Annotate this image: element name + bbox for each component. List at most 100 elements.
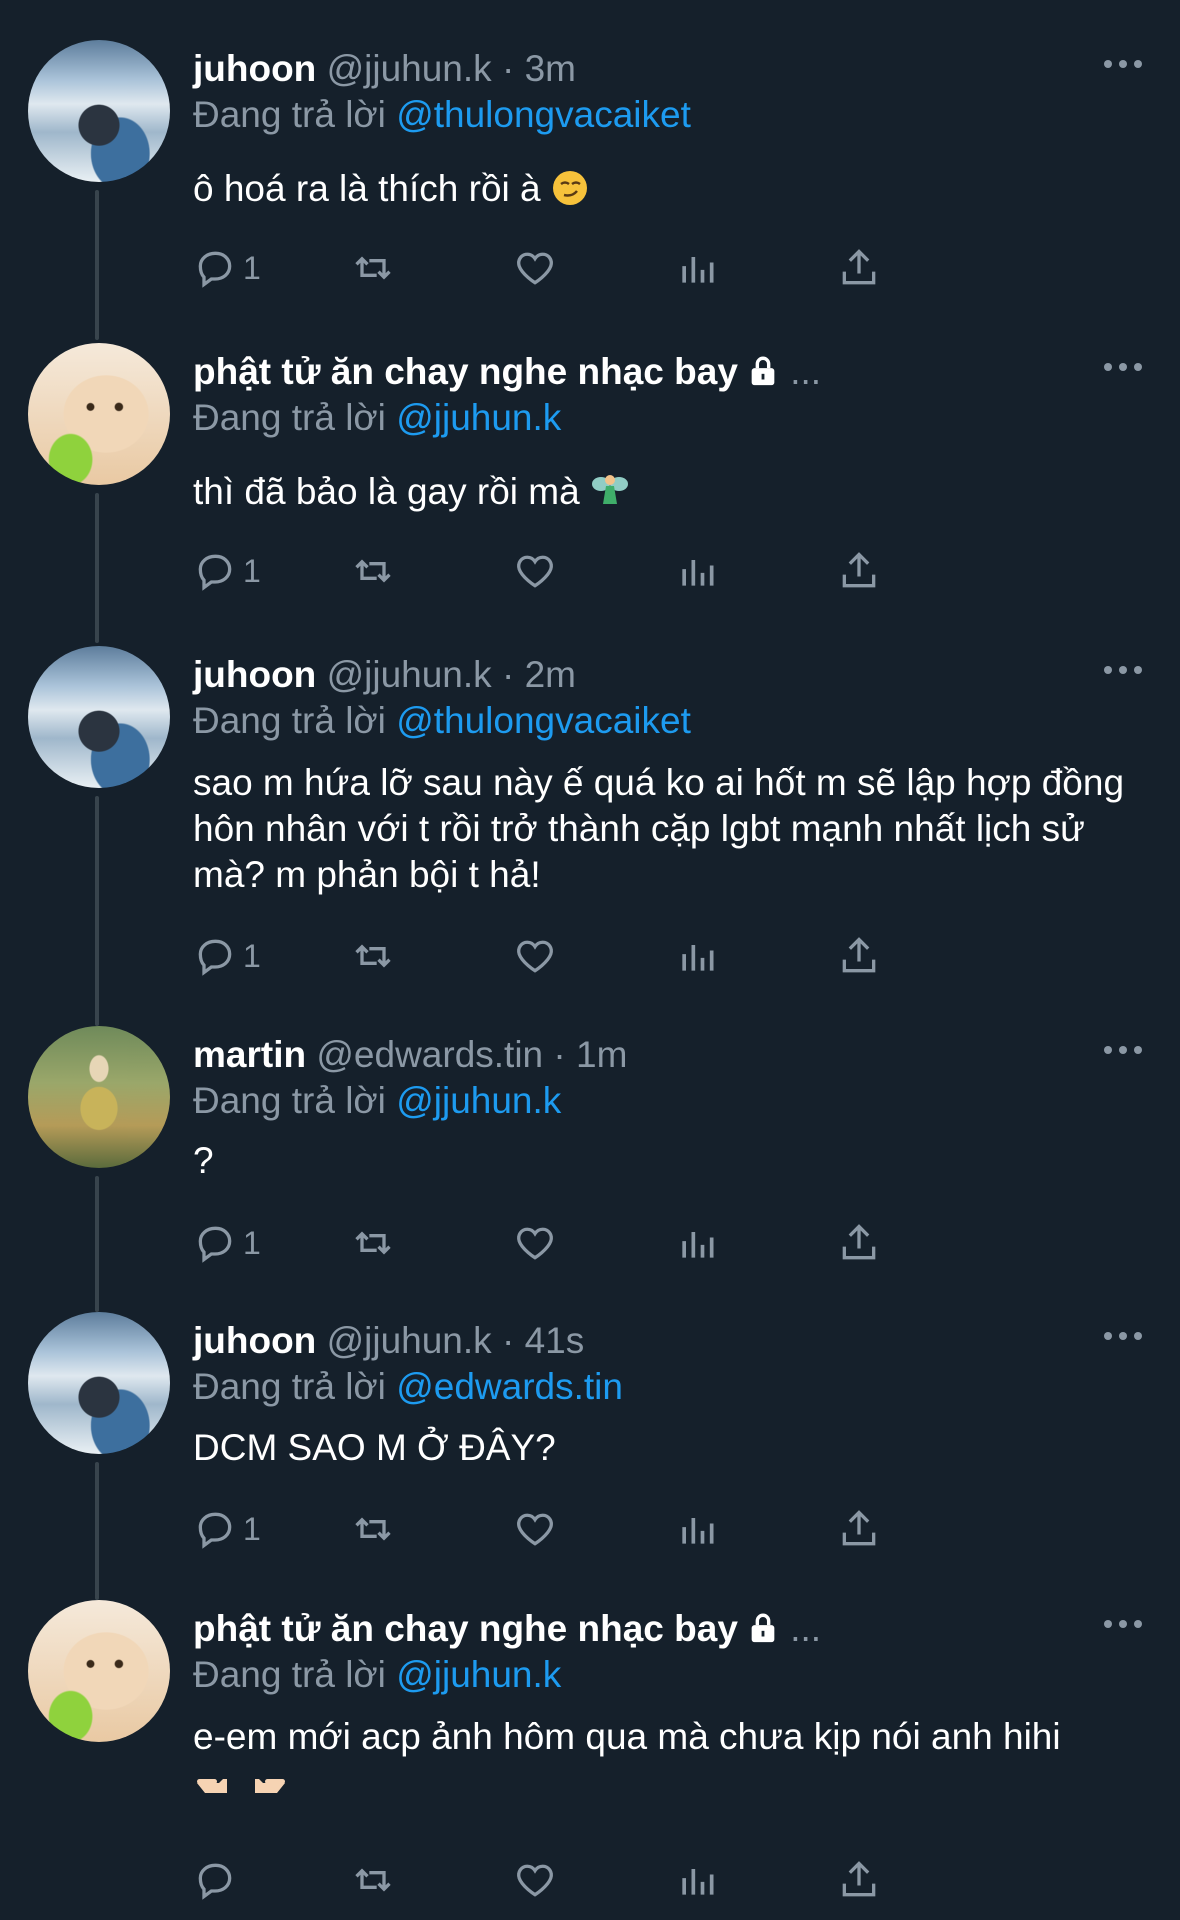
like-button[interactable] xyxy=(513,546,557,596)
timestamp[interactable]: 3m xyxy=(525,48,576,89)
heart-icon xyxy=(517,1864,553,1897)
lock-icon xyxy=(751,356,775,386)
user-handle[interactable]: @jjuhun.k xyxy=(327,654,492,695)
timestamp[interactable]: 1m xyxy=(576,1034,627,1075)
more-options-icon[interactable] xyxy=(1104,54,1144,74)
more-options-icon[interactable] xyxy=(1104,660,1144,680)
mention-link[interactable]: @jjuhun.k xyxy=(396,1654,561,1695)
mention-link[interactable]: @jjuhun.k xyxy=(396,397,561,438)
views-button[interactable] xyxy=(675,243,719,293)
timestamp[interactable]: 41s xyxy=(525,1320,585,1361)
like-button[interactable] xyxy=(513,1504,557,1554)
analytics-icon xyxy=(682,560,714,586)
separator-dot: · xyxy=(501,48,515,89)
avatar[interactable] xyxy=(28,646,170,788)
analytics-icon xyxy=(682,945,714,971)
reply-button[interactable]: 1 xyxy=(193,243,261,293)
tweet-text: thì đã bảo là gay rồi mà xyxy=(193,469,1153,515)
more-options-icon[interactable] xyxy=(1104,1326,1144,1346)
analytics-icon xyxy=(682,257,714,283)
reply-button[interactable]: 1 xyxy=(193,931,261,981)
reply-button[interactable]: 1 xyxy=(193,546,261,596)
retweet-button[interactable] xyxy=(351,1855,395,1905)
mention-link[interactable]: @jjuhun.k xyxy=(396,1080,561,1121)
retweet-button[interactable] xyxy=(351,931,395,981)
share-icon xyxy=(842,1224,876,1260)
display-name[interactable]: martin xyxy=(193,1034,306,1075)
tweet-header: martin @edwards.tin · 1m xyxy=(193,1032,627,1078)
share-button[interactable] xyxy=(837,546,881,596)
retweet-button[interactable] xyxy=(351,243,395,293)
analytics-icon xyxy=(682,1518,714,1544)
like-button[interactable] xyxy=(513,1218,557,1268)
avatar[interactable] xyxy=(28,343,170,485)
views-button[interactable] xyxy=(675,546,719,596)
more-options-icon[interactable] xyxy=(1104,357,1144,377)
mention-link[interactable]: @thulongvacaiket xyxy=(396,94,691,135)
tweet-header: juhoon @jjuhun.k · 2m xyxy=(193,652,576,698)
replying-to: Đang trả lời @jjuhun.k xyxy=(193,1078,561,1124)
avatar[interactable] xyxy=(28,40,170,182)
share-button[interactable] xyxy=(837,1855,881,1905)
heart-icon xyxy=(517,555,553,588)
tweet-text: e-em mới acp ảnh hôm qua mà chưa kịp nói… xyxy=(193,1714,1153,1806)
display-name[interactable]: juhoon xyxy=(193,654,316,695)
share-button[interactable] xyxy=(837,1504,881,1554)
reply-count: 1 xyxy=(243,1224,261,1261)
display-name[interactable]: phật tử ăn chay nghe nhạc bay xyxy=(193,351,738,392)
mention-link[interactable]: @edwards.tin xyxy=(396,1366,623,1407)
share-button[interactable] xyxy=(837,243,881,293)
more-options-icon[interactable] xyxy=(1104,1040,1144,1060)
tweet-text: ? xyxy=(193,1138,1153,1184)
reply-thread: juhoon @jjuhun.k · 3m Đang trả lời @thul… xyxy=(0,0,1180,1920)
reply-count: 1 xyxy=(243,937,261,974)
views-button[interactable] xyxy=(675,1218,719,1268)
mention-link[interactable]: @thulongvacaiket xyxy=(396,700,691,741)
action-bar: 1 xyxy=(193,1218,1053,1268)
retweet-icon xyxy=(355,1868,391,1892)
tweet-text-content: thì đã bảo là gay rồi mà xyxy=(193,471,580,512)
avatar[interactable] xyxy=(28,1026,170,1168)
timestamp[interactable]: 2m xyxy=(525,654,576,695)
replying-to: Đang trả lời @jjuhun.k xyxy=(193,395,561,441)
share-button[interactable] xyxy=(837,931,881,981)
reply-icon xyxy=(198,554,232,591)
tweet-text-content: sao m hứa lỡ sau này ế quá ko ai hốt m s… xyxy=(193,762,1125,895)
user-handle[interactable]: @jjuhun.k xyxy=(327,48,492,89)
thread-line xyxy=(95,190,99,340)
retweet-icon xyxy=(355,1231,391,1255)
display-name[interactable]: juhoon xyxy=(193,1320,316,1361)
avatar[interactable] xyxy=(28,1600,170,1742)
header-ellipsis: ... xyxy=(790,1608,822,1649)
more-options-icon[interactable] xyxy=(1104,1614,1144,1634)
display-name[interactable]: phật tử ăn chay nghe nhạc bay xyxy=(193,1608,738,1649)
like-button[interactable] xyxy=(513,931,557,981)
reply-button[interactable] xyxy=(193,1855,243,1905)
reply-button[interactable]: 1 xyxy=(193,1218,261,1268)
reply-button[interactable]: 1 xyxy=(193,1504,261,1554)
share-button[interactable] xyxy=(837,1218,881,1268)
views-button[interactable] xyxy=(675,931,719,981)
retweet-button[interactable] xyxy=(351,1504,395,1554)
fairy-emoji xyxy=(591,475,628,504)
replying-label: Đang trả lời xyxy=(193,94,386,135)
like-button[interactable] xyxy=(513,243,557,293)
share-icon xyxy=(842,1861,876,1897)
replying-label: Đang trả lời xyxy=(193,1080,386,1121)
replying-label: Đang trả lời xyxy=(193,700,386,741)
replying-label: Đang trả lời xyxy=(193,397,386,438)
like-button[interactable] xyxy=(513,1855,557,1905)
views-button[interactable] xyxy=(675,1504,719,1554)
avatar[interactable] xyxy=(28,1312,170,1454)
retweet-button[interactable] xyxy=(351,1218,395,1268)
retweet-icon xyxy=(355,256,391,280)
views-button[interactable] xyxy=(675,1855,719,1905)
pointing-fingers-emoji xyxy=(197,1779,285,1793)
retweet-button[interactable] xyxy=(351,546,395,596)
thread-line xyxy=(95,493,99,643)
display-name[interactable]: juhoon xyxy=(193,48,316,89)
tweet-header: phật tử ăn chay nghe nhạc bay ... xyxy=(193,349,821,395)
user-handle[interactable]: @jjuhun.k xyxy=(327,1320,492,1361)
thread-line xyxy=(95,1462,99,1600)
user-handle[interactable]: @edwards.tin xyxy=(316,1034,543,1075)
